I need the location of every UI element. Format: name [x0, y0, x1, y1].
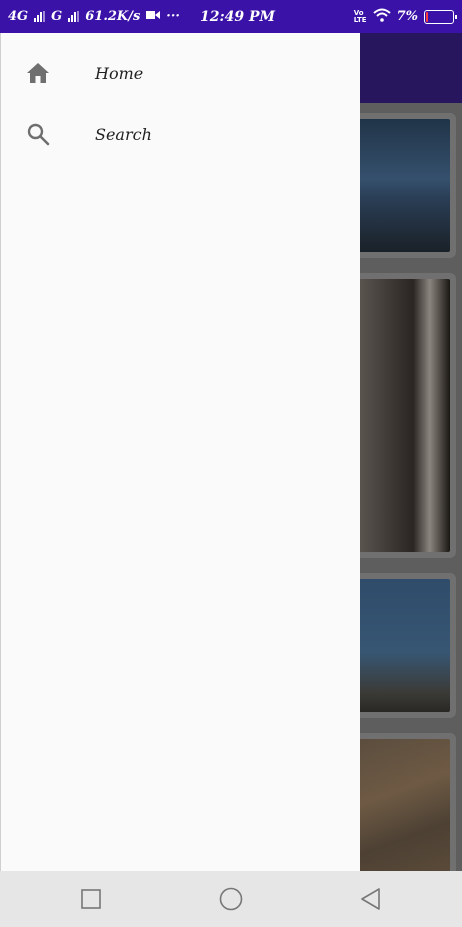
- battery-fill: [426, 11, 428, 22]
- signal-icon-2: [68, 11, 80, 22]
- image-card: [352, 573, 456, 718]
- drawer-item-label: Search: [95, 124, 152, 144]
- image-card: [352, 273, 456, 558]
- image-thumbnail: [358, 279, 450, 552]
- drawer-item-search[interactable]: Search: [1, 110, 361, 158]
- search-icon: [25, 121, 51, 147]
- triangle-back-icon[interactable]: [357, 885, 385, 913]
- network-speed: 61.2K/s: [85, 9, 141, 24]
- image-card: [352, 113, 456, 258]
- wifi-icon: [372, 8, 391, 26]
- battery-percent: 7%: [396, 9, 418, 24]
- navigation-drawer: Home Search: [0, 33, 360, 871]
- network-type-2: G: [51, 9, 63, 24]
- image-thumbnail: [358, 739, 450, 871]
- battery-icon: [424, 9, 457, 24]
- image-thumbnail: [358, 579, 450, 712]
- status-bar: 4G G 61.2K/s ··· 12:49 PM Vo LTE 7%: [0, 0, 462, 33]
- image-card: [352, 733, 456, 871]
- image-thumbnail: [358, 119, 450, 252]
- signal-icon: [34, 11, 46, 22]
- volte-icon: Vo LTE: [353, 8, 367, 24]
- square-icon[interactable]: [77, 885, 105, 913]
- system-nav-bar: [0, 871, 462, 927]
- circle-icon[interactable]: [217, 885, 245, 913]
- video-icon: [146, 9, 161, 24]
- network-type-1: 4G: [8, 9, 29, 24]
- status-time: 12:49 PM: [200, 8, 276, 25]
- home-icon: [25, 60, 51, 86]
- drawer-item-home[interactable]: Home: [1, 49, 361, 97]
- more-notifications: ···: [166, 9, 180, 24]
- drawer-item-label: Home: [95, 63, 144, 83]
- status-left: 4G G 61.2K/s ···: [8, 9, 180, 24]
- status-right: Vo LTE 7%: [353, 8, 457, 26]
